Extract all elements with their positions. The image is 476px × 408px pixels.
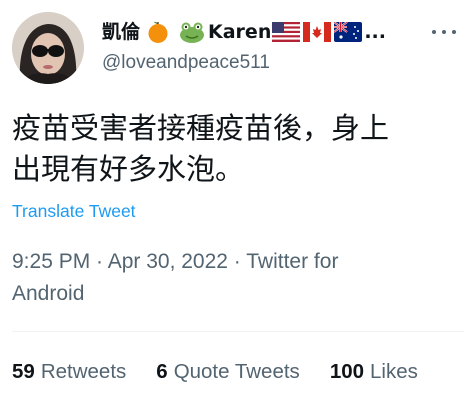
tweet-text: 疫苗受害者接種疫苗後，身上 出現有好多水泡。 bbox=[12, 108, 464, 190]
more-options-icon[interactable] bbox=[432, 26, 456, 38]
display-name[interactable]: 凱倫 bbox=[102, 18, 140, 46]
name-truncation: ... bbox=[364, 21, 386, 43]
author-name-row[interactable]: 凱倫 Karen ... bbox=[102, 18, 386, 46]
likes-stat[interactable]: 100 Likes bbox=[330, 360, 418, 384]
quote-tweets-stat[interactable]: 6 Quote Tweets bbox=[156, 360, 300, 384]
likes-label: Likes bbox=[370, 360, 418, 383]
tweet-text-line-1: 疫苗受害者接種疫苗後，身上 bbox=[12, 111, 390, 145]
orange-emoji-icon bbox=[146, 20, 170, 44]
retweets-stat[interactable]: 59 Retweets bbox=[12, 360, 126, 384]
retweets-label: Retweets bbox=[40, 360, 127, 383]
display-name-suffix[interactable]: Karen bbox=[208, 18, 271, 46]
quote-tweets-count: 6 bbox=[156, 360, 168, 383]
australia-flag-icon bbox=[334, 22, 363, 42]
likes-count: 100 bbox=[329, 360, 365, 383]
frog-emoji-icon bbox=[178, 20, 206, 44]
divider bbox=[12, 331, 464, 332]
author-handle[interactable]: @loveandpeace511 bbox=[102, 50, 270, 76]
retweets-count: 59 bbox=[12, 360, 35, 383]
avatar-image bbox=[12, 12, 84, 84]
avatar[interactable] bbox=[12, 12, 84, 84]
tweet-meta[interactable]: 9:25 PM · Apr 30, 2022 · Twitter for And… bbox=[12, 246, 464, 310]
tweet-stats: 59 Retweets 6 Quote Tweets 100 Likes bbox=[12, 357, 468, 387]
canada-flag-icon bbox=[303, 22, 332, 42]
translate-tweet-link[interactable]: Translate Tweet bbox=[12, 200, 136, 222]
tweet-text-line-2: 出現有好多水泡。 bbox=[12, 152, 245, 186]
quote-tweets-label: Quote Tweets bbox=[173, 360, 300, 383]
us-flag-icon bbox=[272, 22, 301, 42]
tweet-timestamp-line[interactable]: 9:25 PM · Apr 30, 2022 · Twitter for bbox=[12, 246, 464, 278]
tweet-source-line[interactable]: Android bbox=[12, 278, 464, 310]
